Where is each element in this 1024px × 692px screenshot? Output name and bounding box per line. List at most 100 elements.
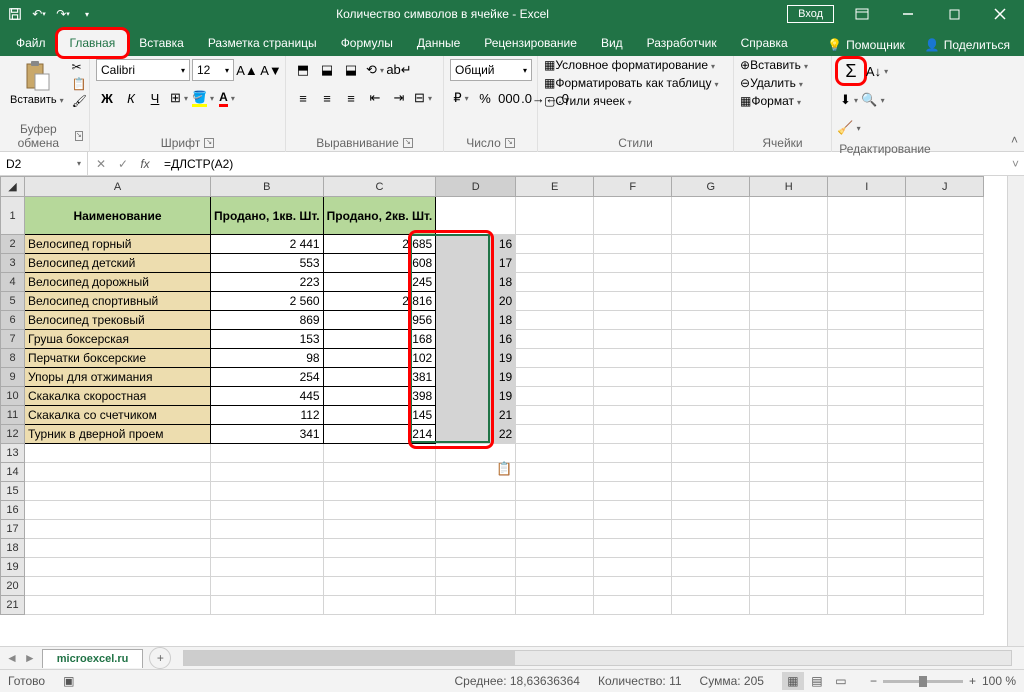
cell-I20[interactable] — [828, 577, 906, 596]
cell-J9[interactable] — [906, 368, 984, 387]
align-top-icon[interactable]: ⬒ — [292, 59, 314, 81]
cell-C6[interactable]: 956 — [323, 311, 436, 330]
cell-B21[interactable] — [211, 596, 324, 615]
formula-input[interactable]: =ДЛСТР(A2) — [158, 157, 1007, 171]
cell-G4[interactable] — [672, 273, 750, 292]
row-header-14[interactable]: 14 — [1, 463, 25, 482]
cell-B4[interactable]: 223 — [211, 273, 324, 292]
cell-D13[interactable] — [436, 444, 516, 463]
add-sheet-icon[interactable]: + — [149, 647, 171, 669]
cell-B6[interactable]: 869 — [211, 311, 324, 330]
currency-icon[interactable]: ₽ — [450, 87, 472, 109]
cell-B3[interactable]: 553 — [211, 254, 324, 273]
cell-D9[interactable]: 19 — [436, 368, 516, 387]
namebox-drop-icon[interactable]: ▾ — [77, 159, 81, 168]
row-header-6[interactable]: 6 — [1, 311, 25, 330]
cell-H7[interactable] — [750, 330, 828, 349]
col-header-J[interactable]: J — [906, 177, 984, 197]
cell-J10[interactable] — [906, 387, 984, 406]
cell-G15[interactable] — [672, 482, 750, 501]
cell-H11[interactable] — [750, 406, 828, 425]
cell-A10[interactable]: Скакалка скоростная — [25, 387, 211, 406]
name-box[interactable]: D2▾ — [0, 152, 88, 175]
italic-icon[interactable]: К — [120, 87, 142, 109]
font-color-icon[interactable]: А — [216, 87, 238, 109]
cell-I17[interactable] — [828, 520, 906, 539]
cell-E4[interactable] — [516, 273, 594, 292]
maximize-icon[interactable] — [934, 0, 974, 28]
cell-F6[interactable] — [594, 311, 672, 330]
cell-G19[interactable] — [672, 558, 750, 577]
cell-E20[interactable] — [516, 577, 594, 596]
cell-J12[interactable] — [906, 425, 984, 444]
cell-J21[interactable] — [906, 596, 984, 615]
cell-D4[interactable]: 18 — [436, 273, 516, 292]
col-header-F[interactable]: F — [594, 177, 672, 197]
cell-D5[interactable]: 20 — [436, 292, 516, 311]
format-table-button[interactable]: ▦Форматировать как таблицу — [544, 76, 719, 90]
cell-I3[interactable] — [828, 254, 906, 273]
wrap-text-icon[interactable]: ab↵ — [388, 59, 410, 81]
zoom-in-icon[interactable]: + — [969, 674, 976, 688]
cell-H3[interactable] — [750, 254, 828, 273]
tab-layout[interactable]: Разметка страницы — [196, 30, 329, 56]
cell-H12[interactable] — [750, 425, 828, 444]
cell-D12[interactable]: 22 — [436, 425, 516, 444]
cell-C15[interactable] — [323, 482, 436, 501]
cell-G10[interactable] — [672, 387, 750, 406]
cell-A20[interactable] — [25, 577, 211, 596]
align-left-icon[interactable]: ≡ — [292, 87, 314, 109]
increase-font-icon[interactable]: A▲ — [236, 59, 258, 81]
cell-G3[interactable] — [672, 254, 750, 273]
sheet-nav-prev-icon[interactable]: ◄ — [6, 651, 18, 665]
cell-G6[interactable] — [672, 311, 750, 330]
cell-B12[interactable]: 341 — [211, 425, 324, 444]
cell-B16[interactable] — [211, 501, 324, 520]
tab-view[interactable]: Вид — [589, 30, 635, 56]
cell-B2[interactable]: 2 441 — [211, 235, 324, 254]
cell-G2[interactable] — [672, 235, 750, 254]
row-header-1[interactable]: 1 — [1, 197, 25, 235]
cell-H21[interactable] — [750, 596, 828, 615]
cell-A21[interactable] — [25, 596, 211, 615]
cell-F11[interactable] — [594, 406, 672, 425]
cell-E13[interactable] — [516, 444, 594, 463]
cell-F10[interactable] — [594, 387, 672, 406]
cell-G17[interactable] — [672, 520, 750, 539]
tab-review[interactable]: Рецензирование — [472, 30, 589, 56]
sort-filter-icon[interactable]: A↓ — [866, 60, 888, 82]
cell-F13[interactable] — [594, 444, 672, 463]
row-header-8[interactable]: 8 — [1, 349, 25, 368]
cell-I8[interactable] — [828, 349, 906, 368]
cell-E17[interactable] — [516, 520, 594, 539]
cell-A18[interactable] — [25, 539, 211, 558]
cell-I18[interactable] — [828, 539, 906, 558]
cell-H1[interactable] — [750, 197, 828, 235]
cell-C16[interactable] — [323, 501, 436, 520]
cell-B1[interactable]: Продано, 1кв. Шт. — [211, 197, 324, 235]
cell-F2[interactable] — [594, 235, 672, 254]
cell-A15[interactable] — [25, 482, 211, 501]
cell-J8[interactable] — [906, 349, 984, 368]
tab-formulas[interactable]: Формулы — [329, 30, 405, 56]
cell-I12[interactable] — [828, 425, 906, 444]
cell-J14[interactable] — [906, 463, 984, 482]
expand-formula-icon[interactable]: ˅ — [1007, 157, 1024, 171]
underline-icon[interactable]: Ч — [144, 87, 166, 109]
cell-C11[interactable]: 145 — [323, 406, 436, 425]
cell-A4[interactable]: Велосипед дорожный — [25, 273, 211, 292]
col-header-A[interactable]: A — [25, 177, 211, 197]
enter-formula-icon[interactable]: ✓ — [114, 157, 132, 171]
cell-G20[interactable] — [672, 577, 750, 596]
zoom-out-icon[interactable]: − — [870, 674, 877, 688]
cell-H5[interactable] — [750, 292, 828, 311]
tell-me-button[interactable]: 💡Помощник — [817, 34, 915, 56]
cell-G13[interactable] — [672, 444, 750, 463]
cell-H4[interactable] — [750, 273, 828, 292]
cell-E1[interactable] — [516, 197, 594, 235]
row-header-16[interactable]: 16 — [1, 501, 25, 520]
cell-F20[interactable] — [594, 577, 672, 596]
cell-A14[interactable] — [25, 463, 211, 482]
cell-G12[interactable] — [672, 425, 750, 444]
cell-F15[interactable] — [594, 482, 672, 501]
